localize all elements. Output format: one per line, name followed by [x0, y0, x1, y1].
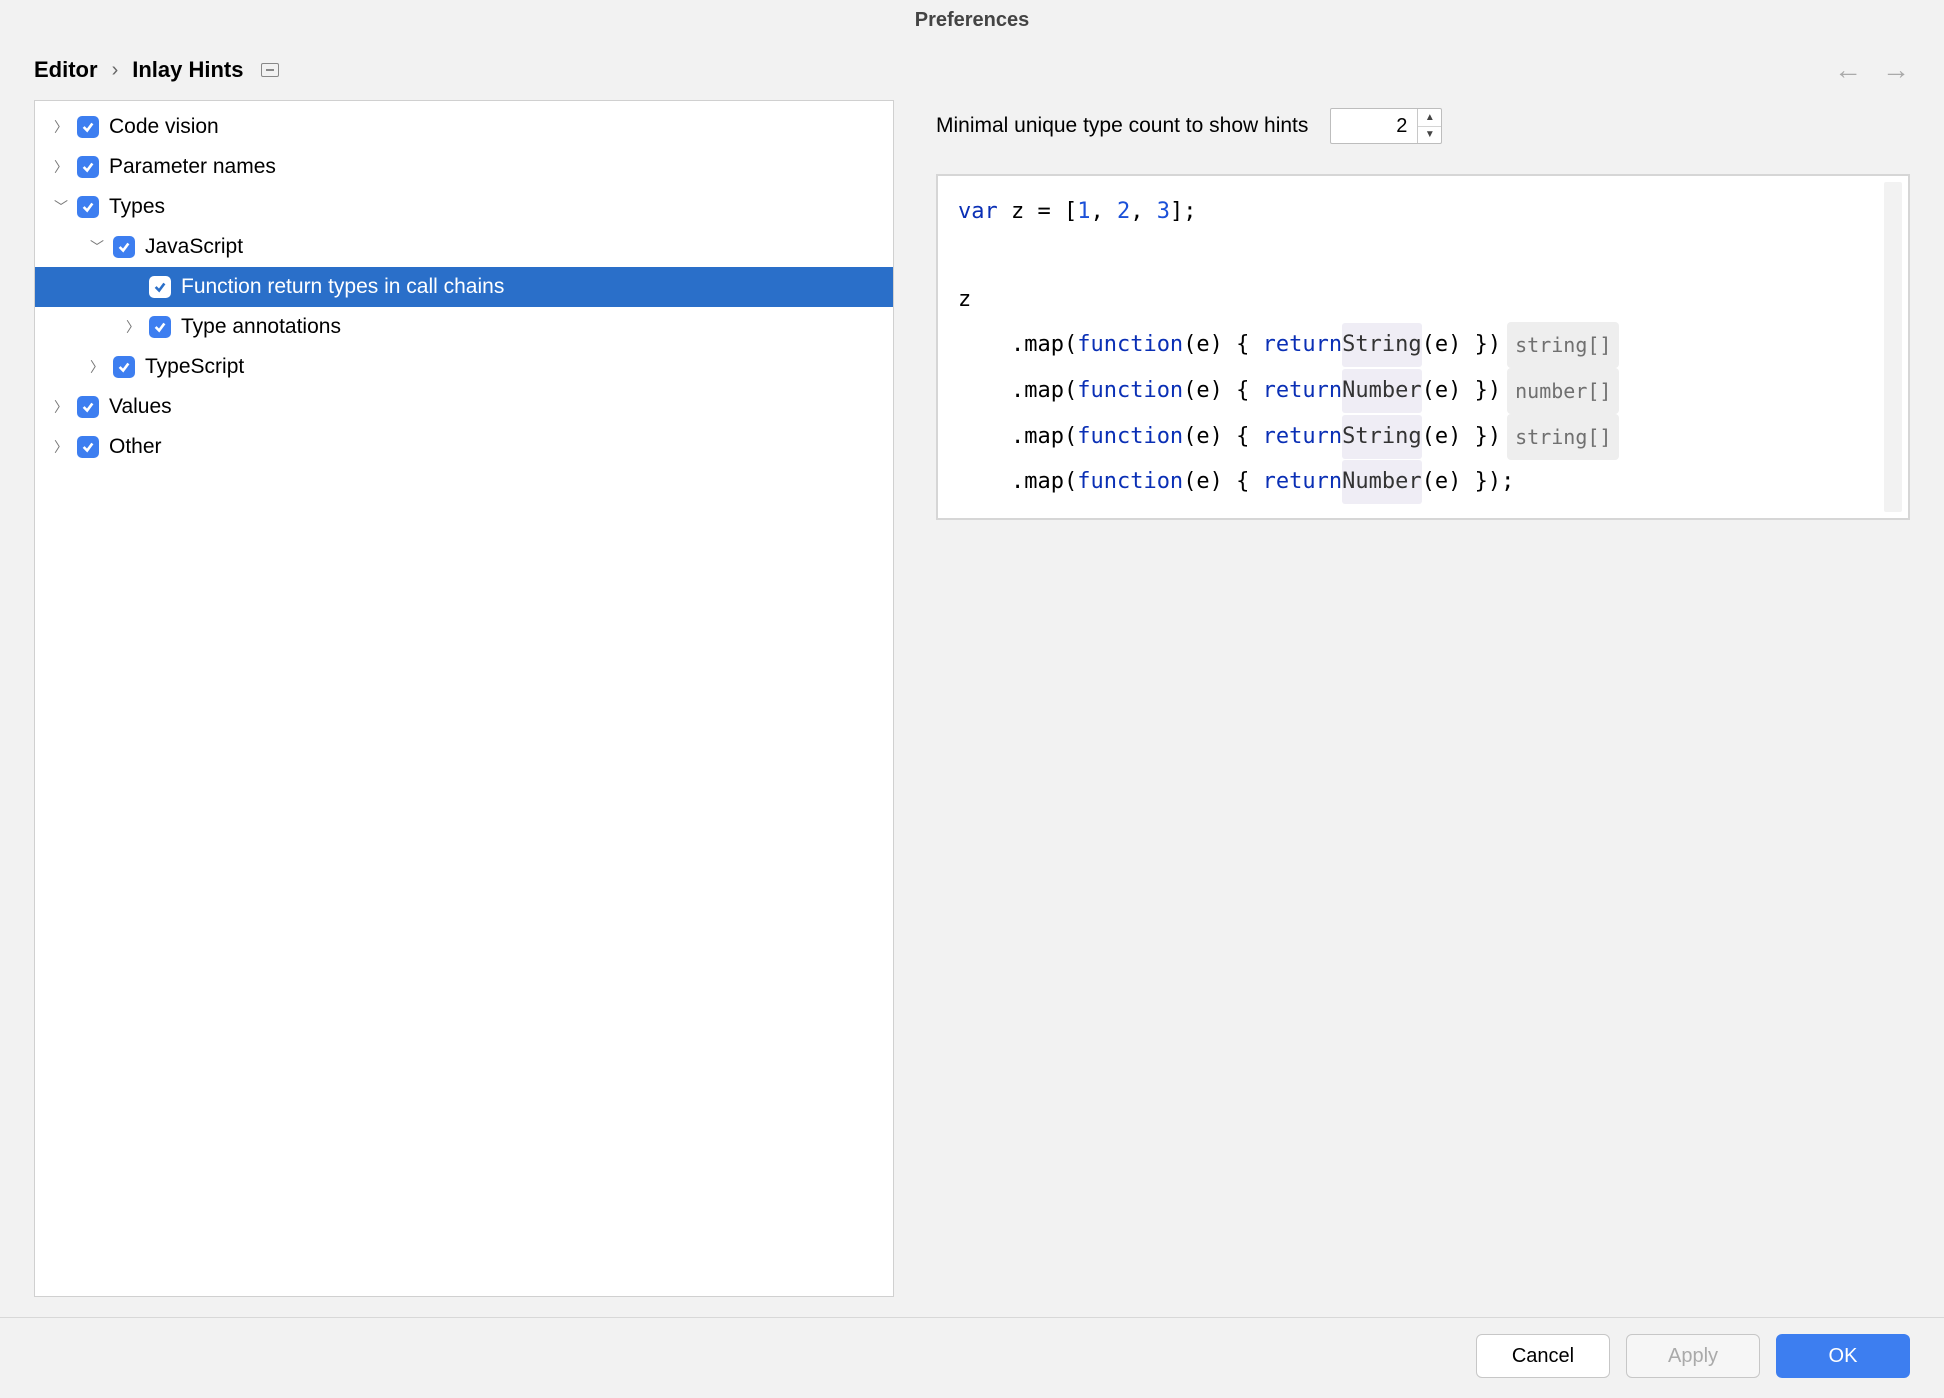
tree-item-label: JavaScript	[145, 235, 243, 259]
type-hint: string[]	[1507, 322, 1619, 368]
breadcrumb: Editor › Inlay Hints	[34, 57, 279, 83]
ok-button[interactable]: OK	[1776, 1334, 1910, 1378]
checkbox[interactable]	[113, 236, 135, 258]
tree-item-type-annot[interactable]: 〉 Type annotations	[35, 307, 893, 347]
dialog-footer: Cancel Apply OK	[0, 1317, 1944, 1398]
checkbox[interactable]	[77, 156, 99, 178]
forward-button[interactable]: →	[1882, 54, 1910, 86]
min-type-count-input[interactable]	[1331, 109, 1417, 143]
tree-item-label: Function return types in call chains	[181, 275, 504, 299]
type-hint: number[]	[1507, 368, 1619, 414]
chevron-right-icon[interactable]: 〉	[49, 395, 73, 419]
chevron-right-icon: ›	[112, 59, 119, 82]
checkbox[interactable]	[77, 436, 99, 458]
checkbox[interactable]	[149, 276, 171, 298]
tree-item-label: Values	[109, 395, 172, 419]
tree-item-types[interactable]: ﹀ Types	[35, 187, 893, 227]
tree-item-label: Parameter names	[109, 155, 276, 179]
window-title: Preferences	[0, 0, 1944, 40]
type-hint: string[]	[1507, 414, 1619, 460]
cancel-button[interactable]: Cancel	[1476, 1334, 1610, 1378]
min-type-count-spinner[interactable]: ▲ ▼	[1330, 108, 1442, 144]
tree-item-label: Type annotations	[181, 315, 341, 339]
breadcrumb-leaf: Inlay Hints	[132, 57, 243, 83]
spinner-down-icon[interactable]: ▼	[1418, 127, 1441, 144]
chevron-right-icon[interactable]: 〉	[49, 115, 73, 139]
code-line: .map(function(e) { return String(e) })st…	[938, 322, 1908, 368]
checkbox[interactable]	[77, 116, 99, 138]
inlay-icon	[261, 63, 279, 77]
tree-item-label: Code vision	[109, 115, 219, 139]
chevron-down-icon[interactable]: ﹀	[49, 195, 73, 219]
checkbox[interactable]	[149, 316, 171, 338]
tree-item-label: Types	[109, 195, 165, 219]
tree-item-javascript[interactable]: ﹀ JavaScript	[35, 227, 893, 267]
tree-item-values[interactable]: 〉 Values	[35, 387, 893, 427]
breadcrumb-root[interactable]: Editor	[34, 57, 98, 83]
code-line: .map(function(e) { return Number(e) })nu…	[938, 368, 1908, 414]
chevron-down-icon[interactable]: ﹀	[85, 235, 109, 259]
spinner-up-icon[interactable]: ▲	[1418, 109, 1441, 127]
header: Editor › Inlay Hints ← →	[0, 40, 1944, 100]
tree-item-label: Other	[109, 435, 162, 459]
chevron-right-icon[interactable]: 〉	[85, 355, 109, 379]
settings-detail: Minimal unique type count to show hints …	[936, 100, 1910, 1297]
tree-item-typescript[interactable]: 〉 TypeScript	[35, 347, 893, 387]
settings-tree[interactable]: 〉Code vision〉Parameter names﹀Types﹀JavaS…	[34, 100, 894, 1297]
tree-item-parameter-names[interactable]: 〉 Parameter names	[35, 147, 893, 187]
code-line: .map(function(e) { return String(e) })st…	[938, 414, 1908, 460]
tree-item-label: TypeScript	[145, 355, 244, 379]
checkbox[interactable]	[113, 356, 135, 378]
scrollbar[interactable]	[1884, 182, 1902, 512]
tree-item-other[interactable]: 〉 Other	[35, 427, 893, 467]
code-preview: var z = [1, 2, 3]; z .map(function(e) { …	[936, 174, 1910, 520]
back-button[interactable]: ←	[1834, 54, 1862, 86]
code-line: var z = [1, 2, 3];	[938, 190, 1908, 234]
chevron-right-icon[interactable]: 〉	[49, 155, 73, 179]
setting-label: Minimal unique type count to show hints	[936, 114, 1308, 138]
code-line: .map(function(e) { return Number(e) });	[938, 460, 1908, 504]
code-line	[938, 234, 1908, 278]
chevron-right-icon[interactable]: 〉	[121, 315, 145, 339]
code-line: z	[938, 278, 1908, 322]
checkbox[interactable]	[77, 196, 99, 218]
tree-item-fn-return[interactable]: Function return types in call chains	[35, 267, 893, 307]
checkbox[interactable]	[77, 396, 99, 418]
tree-twisty-empty	[121, 275, 145, 299]
tree-item-code-vision[interactable]: 〉 Code vision	[35, 107, 893, 147]
nav-arrows: ← →	[1834, 54, 1910, 86]
chevron-right-icon[interactable]: 〉	[49, 435, 73, 459]
apply-button[interactable]: Apply	[1626, 1334, 1760, 1378]
